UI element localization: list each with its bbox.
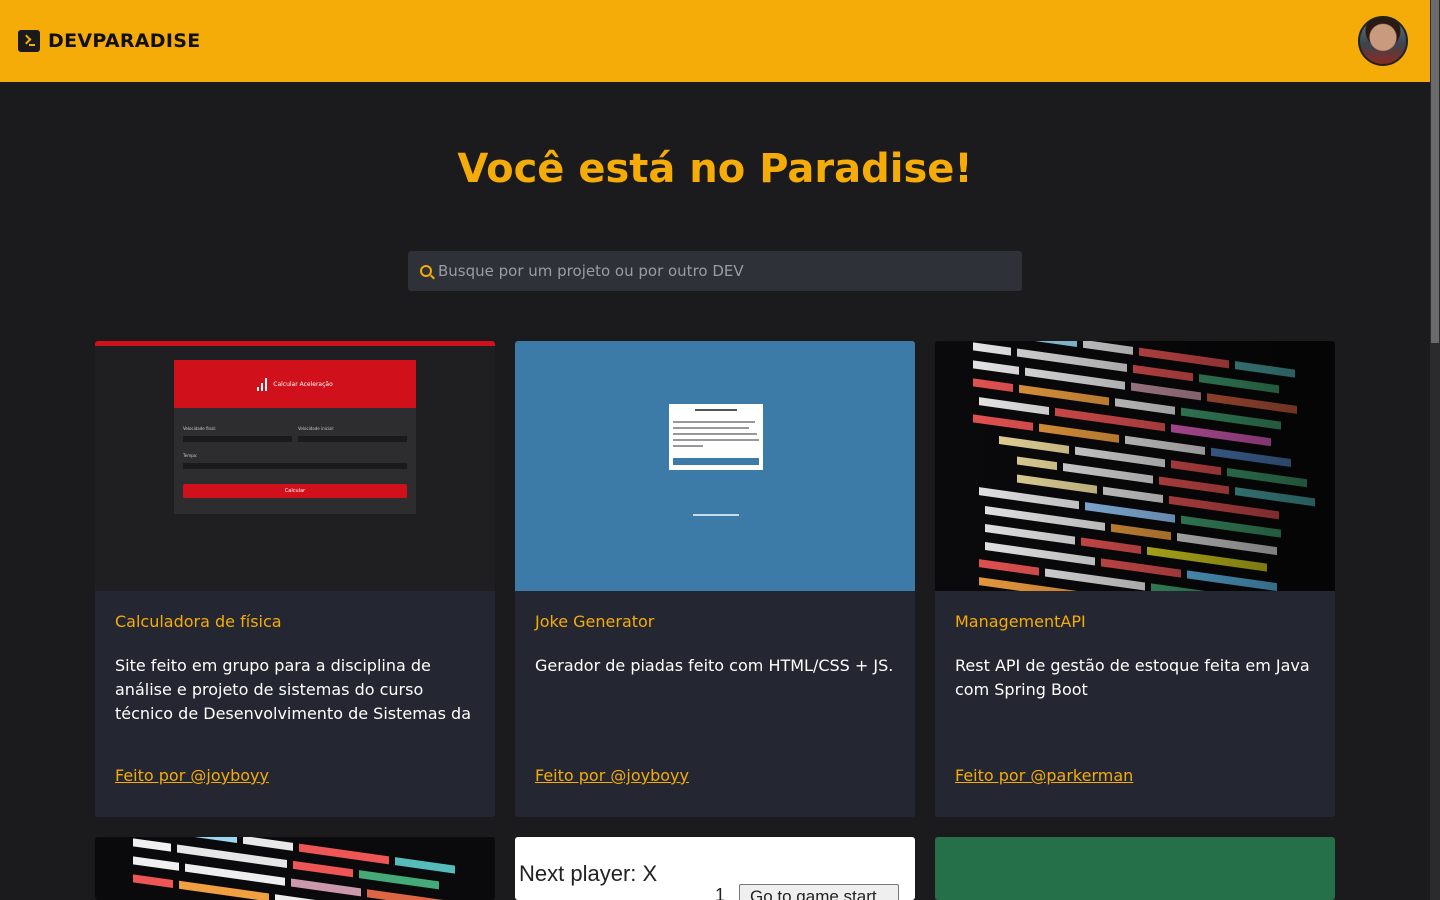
- thumbnail-label: Velocidade inicial:: [298, 426, 334, 431]
- project-title[interactable]: Joke Generator: [535, 612, 654, 631]
- thumbnail-field: [298, 436, 407, 442]
- code-image: [133, 837, 457, 900]
- project-card-partial[interactable]: [95, 837, 495, 900]
- project-description: Gerador de piadas feito com HTML/CSS + J…: [535, 656, 894, 675]
- project-author-link[interactable]: Feito por @joyboyy: [535, 766, 689, 785]
- project-thumbnail: [935, 341, 1335, 591]
- project-card-partial[interactable]: Next player: X 1 Go to game start: [515, 837, 915, 900]
- project-card-managementapi[interactable]: ManagementAPI Rest API de gestão de esto…: [935, 341, 1335, 817]
- thumbnail-label: Velocidade final:: [183, 426, 216, 431]
- thumbnail-game-status: Next player: X: [519, 861, 658, 886]
- project-card-calculadora[interactable]: Calcular Aceleração Velocidade final: Ve…: [95, 341, 495, 817]
- scrollbar-thumb[interactable]: [1431, 0, 1439, 343]
- search-bar[interactable]: [408, 251, 1022, 291]
- thumbnail-button: Calcular: [183, 484, 407, 498]
- brand-name: DEVPARADISE: [48, 30, 201, 52]
- chart-icon: [257, 377, 268, 391]
- thumbnail-label: Tempo:: [183, 453, 198, 458]
- project-title[interactable]: Calculadora de física: [115, 612, 282, 631]
- project-thumbnail: [935, 837, 1335, 900]
- search-input[interactable]: [438, 262, 998, 280]
- thumbnail-field: [183, 436, 292, 442]
- thumbnail-game-button: Go to game start: [739, 884, 899, 900]
- project-card-partial[interactable]: [935, 837, 1335, 900]
- project-description: Rest API de gestão de estoque feita em J…: [955, 656, 1310, 699]
- terminal-icon: [18, 30, 40, 52]
- page-scrollbar[interactable]: [1430, 0, 1440, 900]
- top-header: DEVPARADISE: [0, 0, 1430, 82]
- thumbnail-calculator-panel: Calcular Aceleração Velocidade final: Ve…: [174, 360, 416, 514]
- thumbnail-header-text: Calcular Aceleração: [273, 380, 333, 388]
- project-thumbnail: Next player: X 1 Go to game start: [515, 837, 915, 900]
- project-thumbnail: Calcular Aceleração Velocidade final: Ve…: [95, 341, 495, 591]
- project-thumbnail: [95, 837, 495, 900]
- brand-logo[interactable]: DEVPARADISE: [18, 30, 200, 52]
- thumbnail-move-number: 1: [715, 885, 726, 900]
- user-avatar[interactable]: [1358, 16, 1408, 66]
- project-thumbnail: [515, 341, 915, 591]
- project-author-link[interactable]: Feito por @parkerman: [955, 766, 1133, 785]
- page-title: Você está no Paradise!: [457, 146, 973, 192]
- project-title[interactable]: ManagementAPI: [955, 612, 1086, 631]
- project-description: Site feito em grupo para a disciplina de…: [115, 656, 471, 723]
- project-card-joke-generator[interactable]: Joke Generator Gerador de piadas feito c…: [515, 341, 915, 817]
- search-icon: [420, 265, 432, 277]
- code-image: [935, 341, 1335, 591]
- project-author-link[interactable]: Feito por @joyboyy: [115, 766, 269, 785]
- thumbnail-field: [183, 463, 407, 469]
- thumbnail-joke-box: [669, 404, 763, 470]
